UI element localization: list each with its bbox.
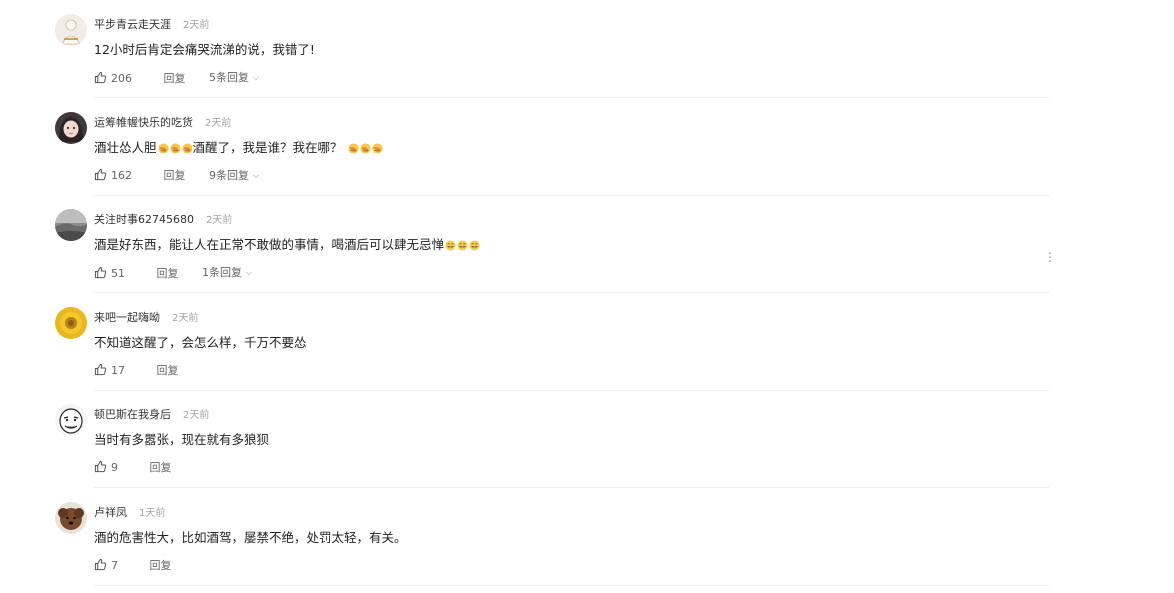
reply-button[interactable]: 回复 [150,460,172,476]
comment-time: 2天前 [183,20,210,31]
user-avatar[interactable] [55,111,87,144]
comment-emoji-group-trailing [343,140,383,155]
comment-text: 酒的危害性大，比如酒驾，屡禁不绝，处罚太轻，有关。 [94,528,407,548]
comment-divider [94,584,1049,586]
vertical-ellipsis-icon[interactable]: ⋮ [1044,249,1056,265]
comment-meta: 关注时事62745680 2天前 [94,210,232,226]
comment-text-main: 酒的危害性大，比如酒驾，屡禁不绝，处罚太轻，有关。 [94,529,407,545]
comment-actions: 9 回复 [94,460,192,476]
like-count: 206 [111,71,132,85]
thumbs-up-icon [94,558,111,572]
like-button[interactable]: 7 [94,558,118,574]
comment-time: 2天前 [205,117,232,129]
comment-item: 顿巴斯在我身后 2天前 当时有多嚣张，现在就有多狼狈 9 回复 [0,392,1174,489]
comment-item: 平步青云走天涯 2天前 12小时后肯定会痛哭流涕的说，我错了! 206 回复 5条… [0,2,1174,99]
comment-item: 卢祥凤 1天前 酒的危害性大，比如酒驾，屡禁不绝，处罚太轻，有关。 7 回复 [0,490,1174,587]
comment-item: 关注时事62745680 2天前 酒是好东西，能让人在正常不敢做的事情，喝酒后可以… [0,197,1174,294]
comment-meta: 平步青云走天涯 2天前 [94,15,209,31]
comment-actions: 51 回复 1条回复 ⌵ [94,265,252,281]
view-replies-button[interactable]: 9条回复 ⌵ [209,168,259,185]
comment-time: 2天前 [172,312,199,324]
comment-divider [94,194,1049,196]
view-replies-button[interactable]: 1条回复 ⌵ [202,265,252,282]
comment-item: 运筹帷幄快乐的吃货 2天前 酒壮怂人胆 酒醒了，我是谁？我在哪？ 162 回复 9条… [0,100,1174,197]
user-avatar[interactable] [55,14,87,46]
chevron-down-icon: ⌵ [246,268,253,277]
thumbs-up-icon [94,168,111,182]
comment-divider [94,97,1049,98]
like-button[interactable]: 17 [94,363,125,379]
comment-actions: 162 回复 9条回复 ⌵ [94,168,259,184]
comment-time: 1天前 [139,507,166,519]
comment-meta: 来吧一起嗨呦 2天前 [94,308,198,324]
comment-text: 酒是好东西，能让人在正常不敢做的事情，喝酒后可以肆无忌惮 [94,235,480,255]
like-count: 7 [111,558,118,572]
comment-divider [94,487,1049,488]
thumbs-up-icon [94,460,111,474]
comment-time: 2天前 [206,215,233,226]
comment-username[interactable]: 卢祥凤 [94,506,127,519]
comment-text: 12小时后肯定会痛哭流涕的说，我错了! [94,40,315,60]
thumbs-up-icon [94,266,111,280]
replies-count-label: 5条回复 [209,71,249,84]
comment-divider [94,292,1049,293]
comment-emoji-group [157,140,193,155]
comment-text-trailing: 酒醒了，我是谁？我在哪？ [192,139,343,155]
comment-emoji-group [444,237,480,252]
comment-text-main: 不知道这醒了，会怎么样，千万不要怂 [94,334,307,350]
like-count: 9 [111,461,118,474]
comment-username[interactable]: 顿巴斯在我身后 [94,408,171,421]
comment-username[interactable]: 关注时事62745680 [94,213,194,226]
reply-button[interactable]: 回复 [157,266,179,282]
comment-divider [94,389,1049,391]
comment-meta: 顿巴斯在我身后 2天前 [94,405,209,421]
replies-count-label: 1条回复 [202,266,242,279]
like-button[interactable]: 9 [94,460,118,476]
comment-actions: 206 回复 5条回复 ⌵ [94,70,259,86]
like-count: 162 [111,169,132,182]
user-avatar[interactable] [55,501,87,534]
comment-text-main: 当时有多嚣张，现在就有多狼狈 [94,432,270,447]
comment-meta: 运筹帷幄快乐的吃货 2天前 [94,113,231,129]
reply-button[interactable]: 回复 [157,363,179,379]
user-avatar[interactable] [55,404,87,436]
like-button[interactable]: 51 [94,266,125,282]
replies-count-label: 9条回复 [209,168,249,182]
like-count: 51 [111,266,125,280]
view-replies-button[interactable]: 5条回复 ⌵ [209,70,259,87]
thumbs-up-icon [94,363,111,377]
comment-text: 不知道这醒了，会怎么样，千万不要怂 [94,333,307,353]
comment-username[interactable]: 运筹帷幄快乐的吃货 [94,116,193,129]
comment-username[interactable]: 来吧一起嗨呦 [94,311,160,324]
chevron-down-icon: ⌵ [253,73,260,82]
comment-text: 酒壮怂人胆 酒醒了，我是谁？我在哪？ [94,138,383,158]
comment-item: 来吧一起嗨呦 2天前 不知道这醒了，会怎么样，千万不要怂 17 回复 [0,295,1174,392]
reply-button[interactable]: 回复 [150,558,172,574]
comment-text: 当时有多嚣张，现在就有多狼狈 [94,430,269,450]
chevron-down-icon: ⌵ [253,170,260,180]
like-button[interactable]: 206 [94,71,132,87]
thumbs-up-icon [94,71,111,85]
comment-text-main: 12小时后肯定会痛哭流涕的说，我错了! [94,42,315,57]
reply-button[interactable]: 回复 [164,168,186,184]
comment-actions: 17 回复 [94,363,199,379]
comment-time: 2天前 [183,410,210,421]
comment-text-main: 酒是好东西，能让人在正常不敢做的事情，喝酒后可以肆无忌惮 [94,237,445,252]
user-avatar[interactable] [55,306,87,339]
comment-text-main: 酒壮怂人胆 [94,139,157,155]
like-count: 17 [111,363,125,377]
comment-meta: 卢祥凤 1天前 [94,503,165,519]
user-avatar[interactable] [55,209,87,241]
like-button[interactable]: 162 [94,168,132,184]
comment-username[interactable]: 平步青云走天涯 [94,18,171,31]
reply-button[interactable]: 回复 [164,71,186,87]
comment-actions: 7 回复 [94,558,192,574]
